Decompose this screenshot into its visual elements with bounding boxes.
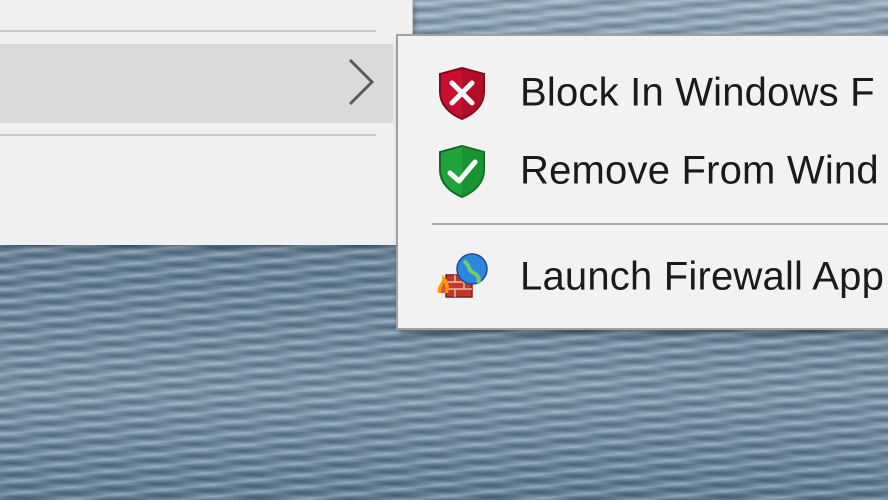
green-shield-check-icon [439,144,485,199]
firewall-globe-icon [437,253,488,298]
menu-separator [0,30,376,32]
context-menu [0,0,413,245]
chevron-right-icon [348,58,375,106]
firewall-submenu: Block In Windows F Remove From Wind Laun… [396,34,888,330]
red-shield-x-icon [439,66,485,121]
menu-item-remove-from-windows-firewall[interactable]: Remove From Wind [398,136,888,206]
menu-separator [0,134,376,136]
menu-item-launch-firewall-app[interactable]: Launch Firewall App [398,242,888,312]
menu-item-label: Block In Windows F [520,70,875,115]
menu-item-block-in-windows-firewall[interactable]: Block In Windows F [398,58,888,128]
menu-separator [432,223,888,225]
menu-item-label: Remove From Wind [520,148,879,193]
menu-item-firewall-submenu[interactable] [0,44,393,123]
menu-item-label: Launch Firewall App [520,254,885,299]
